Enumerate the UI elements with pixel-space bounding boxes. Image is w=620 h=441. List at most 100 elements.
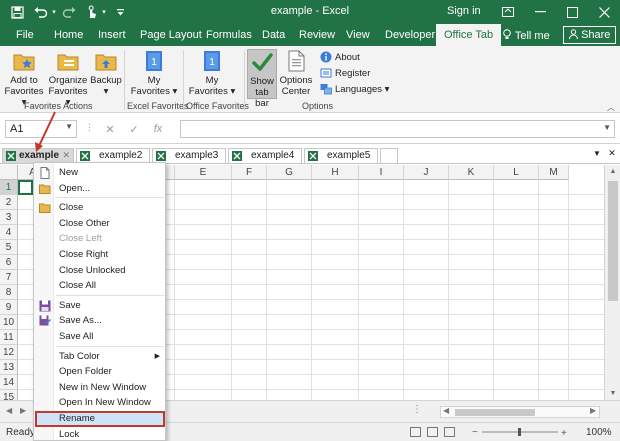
normal-view-icon[interactable] bbox=[410, 427, 421, 437]
confirm-entry-button[interactable]: ✓ bbox=[122, 123, 146, 136]
row-header-12[interactable]: 12 bbox=[0, 345, 18, 360]
tab-file[interactable]: File bbox=[16, 29, 34, 41]
column-header-k[interactable]: K bbox=[449, 165, 494, 180]
tab-office-tab[interactable]: Office Tab bbox=[436, 24, 502, 46]
name-box[interactable]: A1 ▼ bbox=[5, 120, 77, 138]
column-header-l[interactable]: L bbox=[494, 165, 539, 180]
page-layout-view-icon[interactable] bbox=[427, 427, 438, 437]
insert-function-button[interactable]: fx bbox=[146, 123, 170, 135]
expand-formula-bar-icon[interactable]: ▼ bbox=[603, 123, 611, 132]
row-header-3[interactable]: 3 bbox=[0, 210, 18, 225]
column-header-j[interactable]: J bbox=[404, 165, 449, 180]
maximize-icon[interactable] bbox=[556, 0, 588, 24]
restore-ribbon-icon[interactable] bbox=[492, 0, 524, 24]
office-my-favorites-button[interactable]: 1 My Favorites ▾ bbox=[188, 49, 236, 97]
menu-item-close-other[interactable]: Close Other bbox=[35, 216, 165, 232]
tab-home[interactable]: Home bbox=[54, 29, 83, 41]
organize-favorites-button[interactable]: Organize Favorites ▾ bbox=[46, 49, 90, 108]
share-button[interactable]: Share bbox=[563, 26, 617, 44]
row-header-11[interactable]: 11 bbox=[0, 330, 18, 345]
select-all-corner[interactable] bbox=[0, 165, 18, 180]
cancel-entry-button[interactable]: ✕ bbox=[98, 123, 122, 136]
tab-developer[interactable]: Developer bbox=[385, 29, 435, 41]
row-header-15[interactable]: 15 bbox=[0, 390, 18, 400]
prev-sheet-icon[interactable]: ◀ bbox=[6, 406, 12, 415]
tab-insert[interactable]: Insert bbox=[98, 29, 126, 41]
split-handle-icon[interactable]: ⋮ bbox=[412, 404, 422, 415]
menu-item-close[interactable]: Close bbox=[35, 200, 165, 216]
collapse-ribbon-icon[interactable]: ︿ bbox=[607, 102, 615, 113]
close-document-icon[interactable]: ✕ bbox=[606, 148, 618, 161]
menu-item-new-in-new-window[interactable]: New in New Window bbox=[35, 380, 165, 396]
scroll-down-icon[interactable]: ▼ bbox=[605, 390, 620, 397]
row-header-7[interactable]: 7 bbox=[0, 270, 18, 285]
tab-view[interactable]: View bbox=[346, 29, 370, 41]
horizontal-scrollbar[interactable] bbox=[440, 406, 600, 418]
row-header-5[interactable]: 5 bbox=[0, 240, 18, 255]
about-button[interactable]: About bbox=[320, 51, 360, 63]
row-header-6[interactable]: 6 bbox=[0, 255, 18, 270]
column-header-f[interactable]: F bbox=[232, 165, 267, 180]
column-header-h[interactable]: H bbox=[312, 165, 359, 180]
menu-item-close-unlocked[interactable]: Close Unlocked bbox=[35, 263, 165, 279]
formula-input[interactable]: ▼ bbox=[180, 120, 615, 138]
tab-review[interactable]: Review bbox=[299, 29, 335, 41]
menu-item-new[interactable]: New bbox=[35, 165, 165, 181]
options-center-button[interactable]: Options Center bbox=[279, 49, 313, 97]
drag-handle-icon[interactable]: ⋮ bbox=[85, 122, 94, 133]
row-header-14[interactable]: 14 bbox=[0, 375, 18, 390]
row-header-9[interactable]: 9 bbox=[0, 300, 18, 315]
new-tab-button[interactable] bbox=[380, 148, 398, 163]
menu-item-save[interactable]: Save bbox=[35, 298, 165, 314]
column-header-g[interactable]: G bbox=[267, 165, 312, 180]
tab-close-icon[interactable]: ✕ bbox=[62, 150, 70, 161]
row-header-4[interactable]: 4 bbox=[0, 225, 18, 240]
menu-item-open-in-new-window[interactable]: Open In New Window bbox=[35, 395, 165, 411]
menu-item-open-folder[interactable]: Open Folder bbox=[35, 364, 165, 380]
chevron-down-icon[interactable]: ▼ bbox=[65, 122, 73, 131]
tab-list-dropdown-icon[interactable]: ▼ bbox=[591, 149, 603, 162]
menu-item-save-all[interactable]: Save All bbox=[35, 329, 165, 345]
zoom-level[interactable]: 100% bbox=[586, 427, 612, 438]
active-cell-a1[interactable] bbox=[18, 180, 33, 195]
scroll-up-icon[interactable]: ▲ bbox=[605, 168, 620, 175]
row-header-13[interactable]: 13 bbox=[0, 360, 18, 375]
hscroll-thumb[interactable] bbox=[455, 409, 535, 416]
doc-tab-example4[interactable]: example4 bbox=[228, 148, 302, 163]
column-header-e[interactable]: E bbox=[175, 165, 232, 180]
row-header-10[interactable]: 10 bbox=[0, 315, 18, 330]
menu-item-save-as[interactable]: Save As... bbox=[35, 313, 165, 329]
menu-item-close-right[interactable]: Close Right bbox=[35, 247, 165, 263]
vertical-scrollbar[interactable]: ▲ ▼ bbox=[604, 165, 620, 400]
menu-item-lock[interactable]: Lock bbox=[35, 427, 165, 440]
tab-formulas[interactable]: Formulas bbox=[206, 29, 252, 41]
doc-tab-example3[interactable]: example3 bbox=[152, 148, 226, 163]
register-button[interactable]: Register bbox=[320, 67, 370, 79]
doc-tab-example[interactable]: example ✕ bbox=[2, 148, 74, 163]
add-to-favorites-button[interactable]: Add to Favorites ▾ bbox=[4, 49, 44, 108]
menu-item-tab-color[interactable]: Tab Color ▶ bbox=[35, 349, 165, 365]
tell-me-search[interactable]: Tell me bbox=[502, 29, 550, 42]
backup-button[interactable]: Backup ▾ bbox=[90, 49, 122, 97]
tab-page-layout[interactable]: Page Layout bbox=[140, 29, 202, 41]
show-tab-bar-button[interactable]: Show tab bar bbox=[247, 49, 277, 109]
row-header-1[interactable]: 1 bbox=[0, 180, 18, 195]
languages-button[interactable]: Languages ▾ bbox=[320, 83, 389, 95]
scroll-thumb[interactable] bbox=[608, 181, 618, 301]
menu-item-close-all[interactable]: Close All bbox=[35, 278, 165, 294]
column-header-i[interactable]: I bbox=[359, 165, 404, 180]
menu-item-open[interactable]: Open... bbox=[35, 181, 165, 197]
zoom-slider[interactable]: − + bbox=[470, 427, 570, 437]
page-break-view-icon[interactable] bbox=[444, 427, 455, 437]
doc-tab-example5[interactable]: example5 bbox=[304, 148, 378, 163]
tab-data[interactable]: Data bbox=[262, 29, 285, 41]
menu-item-rename[interactable]: Rename bbox=[35, 411, 165, 427]
scroll-left-icon[interactable]: ◀ bbox=[443, 406, 449, 415]
sign-in-link[interactable]: Sign in bbox=[447, 5, 481, 17]
doc-tab-example2[interactable]: example2 bbox=[76, 148, 150, 163]
excel-my-favorites-button[interactable]: 1 My Favorites ▾ bbox=[130, 49, 178, 97]
next-sheet-icon[interactable]: ▶ bbox=[20, 406, 26, 415]
scroll-right-icon[interactable]: ▶ bbox=[590, 406, 596, 415]
column-header-m[interactable]: M bbox=[539, 165, 569, 180]
row-header-2[interactable]: 2 bbox=[0, 195, 18, 210]
